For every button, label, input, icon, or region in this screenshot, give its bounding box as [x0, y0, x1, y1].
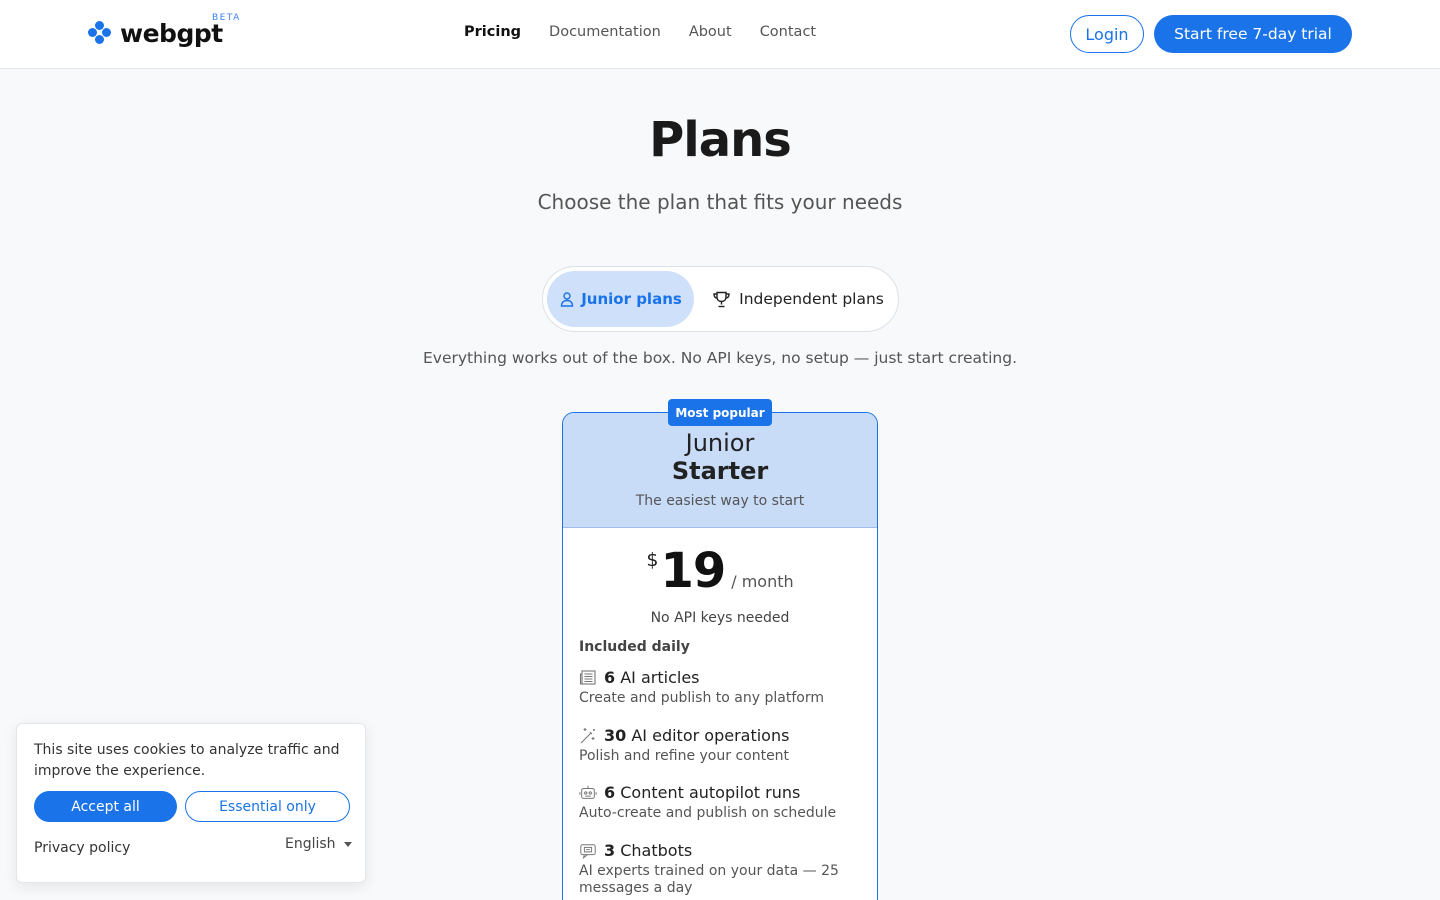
brand-logo[interactable]: webgpt BETA [88, 13, 239, 50]
feature-label: Content autopilot runs [620, 783, 801, 802]
page-subtitle: Choose the plan that fits your needs [537, 190, 903, 214]
nav-contact[interactable]: Contact [760, 24, 816, 40]
login-button[interactable]: Login [1070, 15, 1144, 53]
plan-card-header: Junior Starter The easiest way to start [563, 413, 877, 528]
feature-item: 3 Chatbots AI experts trained on your da… [579, 841, 863, 897]
plan-price: $ 19 / month [563, 543, 877, 599]
accept-all-button[interactable]: Accept all [34, 791, 177, 822]
feature-description: Polish and refine your content [579, 748, 790, 764]
chevron-down-icon [343, 841, 352, 847]
price-currency: $ [646, 549, 659, 571]
plan-name: Starter [671, 457, 769, 485]
plan-card-starter: Junior Starter The easiest way to start … [562, 412, 878, 900]
most-popular-badge: Most popular [668, 399, 772, 426]
user-icon [560, 292, 574, 307]
feature-label: AI editor operations [631, 726, 790, 745]
independent-plans-label: Independent plans [739, 290, 884, 308]
language-label: English [285, 836, 336, 852]
brand-name: webgpt [120, 18, 223, 48]
junior-plans-tab[interactable]: Junior plans [547, 271, 694, 327]
main-nav: Pricing Documentation About Contact [464, 24, 816, 40]
feature-description: AI experts trained on your data — 25 mes… [579, 863, 839, 896]
feature-description: Auto-create and publish on schedule [579, 805, 837, 821]
plan-type-toggle: Junior plans Independent plans [542, 266, 899, 332]
feature-description: Create and publish to any platform [579, 690, 824, 706]
nav-pricing[interactable]: Pricing [464, 24, 521, 40]
chatbot-icon [580, 843, 596, 859]
feature-count: 6 [604, 668, 616, 687]
robot-icon [579, 785, 597, 799]
start-trial-button[interactable]: Start free 7-day trial [1154, 15, 1352, 53]
feature-item: 6 Content autopilot runs Auto-create and… [579, 783, 863, 822]
price-amount: 19 [660, 543, 726, 599]
independent-plans-tab[interactable]: Independent plans [703, 271, 893, 327]
feature-item: 30 AI editor operations Polish and refin… [579, 726, 863, 765]
plan-description: The easiest way to start [635, 493, 805, 509]
feature-count: 3 [604, 841, 616, 860]
nav-documentation[interactable]: Documentation [549, 24, 661, 40]
essential-only-button[interactable]: Essential only [185, 791, 350, 822]
logo-mark-icon [88, 21, 112, 45]
tagline: Everything works out of the box. No API … [422, 349, 1018, 367]
magic-wand-icon [580, 727, 595, 743]
feature-item: 6 AI articles Create and publish to any … [579, 668, 863, 707]
trophy-icon [713, 291, 730, 307]
feature-count: 30 [604, 726, 627, 745]
page-title: Plans [649, 112, 792, 168]
included-heading: Included daily [579, 639, 690, 655]
top-navbar: webgpt BETA Pricing Documentation About … [0, 0, 1440, 69]
privacy-policy-link[interactable]: Privacy policy [34, 840, 130, 856]
plan-note: No API keys needed [650, 610, 790, 626]
plan-tier: Junior [685, 429, 755, 457]
price-period: / month [731, 572, 794, 591]
feature-count: 6 [604, 783, 616, 802]
junior-plans-label: Junior plans [581, 290, 682, 308]
feature-label: AI articles [620, 668, 700, 687]
cookie-banner: This site uses cookies to analyze traffi… [16, 723, 366, 883]
nav-about[interactable]: About [689, 24, 732, 40]
beta-label: BETA [212, 13, 241, 23]
feature-label: Chatbots [620, 841, 693, 860]
cookie-message: This site uses cookies to analyze traffi… [34, 742, 340, 779]
language-selector[interactable]: English [285, 836, 352, 852]
newspaper-icon [579, 669, 596, 685]
